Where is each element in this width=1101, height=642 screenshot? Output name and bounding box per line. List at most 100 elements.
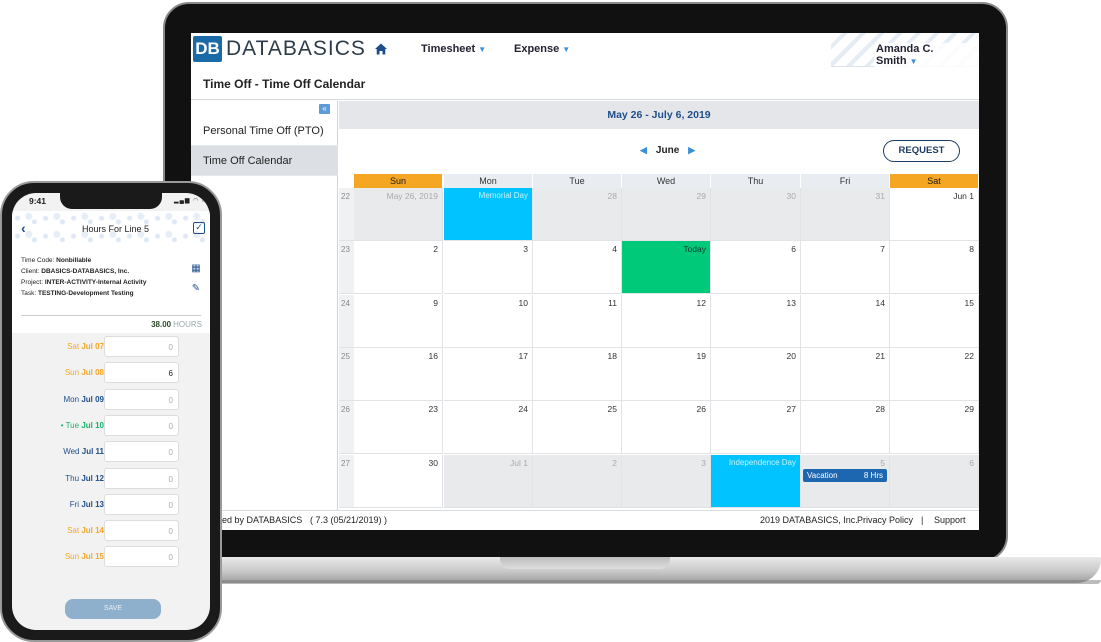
day-hours-row: Fri Jul 13 0 bbox=[12, 492, 210, 518]
holiday-label: Memorial Day bbox=[478, 191, 528, 200]
logo-wordmark[interactable]: DATABASICS bbox=[226, 37, 366, 61]
time-off-event[interactable]: Vacation 8 Hrs bbox=[803, 468, 887, 482]
calendar-day-cell[interactable]: Jul 1 bbox=[444, 454, 533, 508]
calendar-add-icon[interactable]: ▦ bbox=[190, 263, 202, 275]
calendar-day-cell[interactable]: Memorial Day bbox=[444, 188, 533, 241]
calendar-day-cell[interactable]: 29 bbox=[622, 188, 711, 241]
calendar-day-cell[interactable]: 29 bbox=[890, 401, 979, 455]
back-arrow-icon[interactable]: ‹ bbox=[21, 220, 26, 236]
sidebar-item-time-off-calendar[interactable]: Time Off Calendar bbox=[191, 146, 338, 176]
nav-timesheet[interactable]: Timesheet ▼ bbox=[421, 43, 486, 55]
next-month-icon[interactable]: ▶ bbox=[688, 145, 695, 155]
sidebar-item-pto[interactable]: Personal Time Off (PTO) bbox=[191, 116, 338, 146]
detail-key: Project: bbox=[21, 279, 44, 286]
calendar-day-cell[interactable]: 14 bbox=[801, 294, 890, 348]
nav-expense[interactable]: Expense ▼ bbox=[514, 43, 570, 55]
calendar-day-cell[interactable]: 30 bbox=[711, 188, 801, 241]
prev-month-icon[interactable]: ◀ bbox=[640, 145, 647, 155]
collapse-sidebar-icon[interactable]: « bbox=[319, 104, 330, 114]
home-icon[interactable] bbox=[374, 42, 388, 56]
hours-input[interactable]: 0 bbox=[104, 520, 179, 542]
calendar-day-cell[interactable]: Today bbox=[622, 241, 711, 295]
request-button[interactable]: REQUEST bbox=[883, 140, 960, 162]
support-link[interactable]: Support bbox=[934, 515, 966, 525]
calendar-day-cell[interactable]: 26 bbox=[622, 401, 711, 455]
divider bbox=[21, 315, 201, 316]
calendar-day-cell[interactable]: 3 bbox=[622, 454, 711, 508]
calendar-day-cell[interactable]: 18 bbox=[533, 347, 622, 401]
hours-input[interactable]: 0 bbox=[104, 441, 179, 463]
day-number: 16 bbox=[428, 350, 438, 361]
calendar-day-cell[interactable]: May 26, 2019 bbox=[354, 188, 443, 241]
calendar-day-cell[interactable]: 23 bbox=[354, 401, 443, 455]
edit-pencil-icon[interactable]: ✎ bbox=[190, 283, 202, 295]
day-label: Thu Jul 12 bbox=[65, 474, 104, 483]
line-details: Time Code: Nonbillable Client: DBASICS-D… bbox=[12, 247, 210, 333]
calendar-day-cell[interactable]: 6 bbox=[890, 454, 979, 508]
calendar-day-cell[interactable]: 15 bbox=[890, 294, 979, 348]
calendar-day-cell[interactable]: 28 bbox=[533, 188, 622, 241]
day-hours-row: Sun Jul 08 6 bbox=[12, 360, 210, 386]
hours-input[interactable]: 0 bbox=[104, 414, 179, 436]
footer-version: ( 7.3 (05/21/2019) ) bbox=[310, 515, 388, 525]
week-number: 23 bbox=[339, 241, 354, 295]
detail-key: Task: bbox=[21, 290, 37, 297]
day-number: 6 bbox=[969, 457, 974, 468]
calendar-day-cell[interactable]: 5 Vacation 8 Hrs bbox=[801, 454, 890, 508]
hours-input[interactable]: 0 bbox=[104, 493, 179, 515]
calendar-day-cell[interactable]: 17 bbox=[444, 347, 533, 401]
calendar-day-cell[interactable]: 12 bbox=[622, 294, 711, 348]
calendar-day-cell[interactable]: 16 bbox=[354, 347, 443, 401]
detail-project: Project: INTER-ACTIVITY-Internal Activit… bbox=[21, 279, 146, 286]
calendar-day-cell[interactable]: 31 bbox=[801, 188, 890, 241]
day-number: 12 bbox=[696, 297, 706, 308]
calendar-day-cell[interactable]: 19 bbox=[622, 347, 711, 401]
detail-time-code: Time Code: Nonbillable bbox=[21, 257, 91, 264]
calendar-day-cell[interactable]: 30 bbox=[354, 454, 443, 508]
day-number: 2 bbox=[433, 244, 438, 255]
calendar-day-cell[interactable]: 24 bbox=[444, 401, 533, 455]
calendar-day-cell[interactable]: 7 bbox=[801, 241, 890, 295]
calendar-day-cell[interactable]: 10 bbox=[444, 294, 533, 348]
privacy-policy-link[interactable]: Privacy Policy bbox=[857, 515, 913, 525]
logo-mark[interactable]: DB bbox=[193, 36, 222, 62]
date: Jul 11 bbox=[81, 447, 104, 457]
calendar-day-cell[interactable]: 11 bbox=[533, 294, 622, 348]
calendar-day-cell[interactable]: 25 bbox=[533, 401, 622, 455]
hours-input[interactable]: 0 bbox=[104, 388, 179, 410]
day-number: 5 bbox=[880, 457, 885, 468]
calendar-day-cell[interactable]: 9 bbox=[354, 294, 443, 348]
day-number: 31 bbox=[875, 191, 885, 201]
phone-title: Hours For Line 5 bbox=[82, 224, 150, 234]
user-menu[interactable]: Amanda C. Smith ▼ bbox=[874, 43, 979, 67]
calendar-day-cell[interactable]: Independence Day bbox=[711, 454, 801, 508]
day-number: 27 bbox=[786, 404, 796, 415]
hours-input[interactable]: 0 bbox=[104, 546, 179, 568]
hours-input[interactable]: 0 bbox=[104, 467, 179, 489]
laptop-screen: DB DATABASICS Timesheet ▼ Expense ▼ Amanda… bbox=[191, 33, 979, 530]
calendar-day-cell[interactable]: 3 bbox=[444, 241, 533, 295]
weekday: Tue bbox=[65, 420, 80, 430]
month-label: June bbox=[655, 145, 680, 156]
checkbox-icon[interactable]: ✓ bbox=[193, 222, 205, 234]
calendar-day-cell[interactable]: 22 bbox=[890, 347, 979, 401]
calendar-day-cell[interactable]: 2 bbox=[354, 241, 443, 295]
save-button[interactable]: SAVE bbox=[65, 599, 161, 619]
calendar-day-cell[interactable]: 27 bbox=[711, 401, 801, 455]
day-of-week-header: Thu bbox=[711, 174, 801, 188]
date: Jul 13 bbox=[81, 499, 104, 509]
calendar-day-cell[interactable]: 6 bbox=[711, 241, 801, 295]
calendar-day-cell[interactable]: 13 bbox=[711, 294, 801, 348]
calendar-day-cell[interactable]: Jun 1 bbox=[890, 188, 979, 241]
calendar-day-cell[interactable]: 8 bbox=[890, 241, 979, 295]
calendar-day-cell[interactable]: 20 bbox=[711, 347, 801, 401]
hours-input[interactable]: 6 bbox=[104, 362, 179, 384]
day-number: 25 bbox=[607, 404, 617, 415]
detail-value: DBASICS-DATABASICS, Inc. bbox=[41, 268, 130, 275]
calendar-day-cell[interactable]: 4 bbox=[533, 241, 622, 295]
calendar-day-cell[interactable]: 2 bbox=[533, 454, 622, 508]
calendar-day-cell[interactable]: 28 bbox=[801, 401, 890, 455]
hours-input[interactable]: 0 bbox=[104, 336, 179, 357]
day-hours-row: Sat Jul 14 0 bbox=[12, 518, 210, 544]
calendar-day-cell[interactable]: 21 bbox=[801, 347, 890, 401]
